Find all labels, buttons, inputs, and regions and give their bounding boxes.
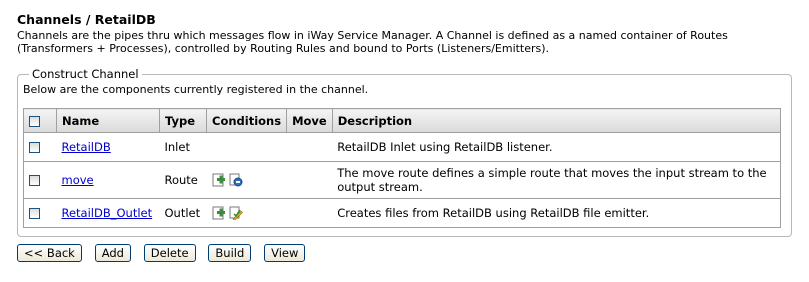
select-all-checkbox[interactable] [29, 115, 40, 127]
table-row: RetailDB_Outlet Outlet Creates files fro… [23, 198, 781, 228]
delete-button[interactable]: Delete [143, 244, 196, 262]
action-buttons: << Back Add Delete Build View [17, 244, 792, 262]
description-cell: The move route defines a simple route th… [332, 161, 781, 199]
construct-intro: Below are the components currently regis… [23, 83, 369, 96]
row-checkbox-cell [23, 161, 57, 199]
components-table: Name Type Conditions Move Description Re… [23, 108, 782, 228]
column-header-move[interactable]: Move [286, 108, 333, 133]
page-description: Channels are the pipes thru which messag… [17, 29, 728, 55]
process-condition-icon[interactable] [229, 173, 243, 187]
add-condition-icon[interactable] [212, 173, 226, 187]
row-checkbox[interactable] [29, 142, 40, 153]
table-row: RetailDB Inlet RetailDB Inlet using Reta… [23, 132, 781, 162]
table-row: move Route The move route defines a simp… [23, 161, 781, 199]
component-name-link[interactable]: RetailDB [62, 140, 111, 154]
column-header-type[interactable]: Type [159, 108, 207, 133]
component-name-link[interactable]: move [62, 173, 94, 187]
conditions-cell [206, 161, 287, 199]
name-cell: RetailDB_Outlet [56, 198, 160, 228]
build-button[interactable]: Build [208, 244, 252, 262]
move-cell [286, 132, 333, 162]
conditions-cell [206, 132, 287, 162]
column-header-name[interactable]: Name [56, 108, 160, 133]
view-button[interactable]: View [264, 244, 306, 262]
move-cell [286, 161, 333, 199]
type-cell: Inlet [159, 132, 207, 162]
row-checkbox-cell [23, 198, 57, 228]
construct-channel-group: Construct Channel Below are the componen… [17, 67, 792, 237]
add-button[interactable]: Add [94, 244, 131, 262]
move-cell [286, 198, 333, 228]
add-condition-icon[interactable] [212, 206, 226, 220]
row-checkbox[interactable] [29, 208, 40, 219]
page-title: Channels / RetailDB [17, 12, 156, 27]
column-header-conditions[interactable]: Conditions [205, 108, 288, 133]
conditions-cell [206, 198, 287, 228]
description-cell: Creates files from RetailDB using Retail… [332, 198, 781, 228]
type-cell: Outlet [159, 198, 207, 228]
edit-condition-icon[interactable] [229, 206, 244, 222]
table-header-row: Name Type Conditions Move Description [23, 108, 782, 133]
description-cell: RetailDB Inlet using RetailDB listener. [332, 132, 781, 162]
back-button[interactable]: << Back [17, 244, 82, 262]
name-cell: RetailDB [56, 132, 160, 162]
select-all-header [23, 108, 57, 133]
channel-page: Channels / RetailDB Channels are the pip… [0, 0, 792, 262]
name-cell: move [56, 161, 160, 199]
row-checkbox[interactable] [29, 175, 40, 186]
construct-channel-legend: Construct Channel [32, 67, 139, 81]
column-header-description[interactable]: Description [331, 108, 782, 133]
component-name-link[interactable]: RetailDB_Outlet [62, 206, 153, 220]
type-cell: Route [159, 161, 207, 199]
row-checkbox-cell [23, 132, 57, 162]
